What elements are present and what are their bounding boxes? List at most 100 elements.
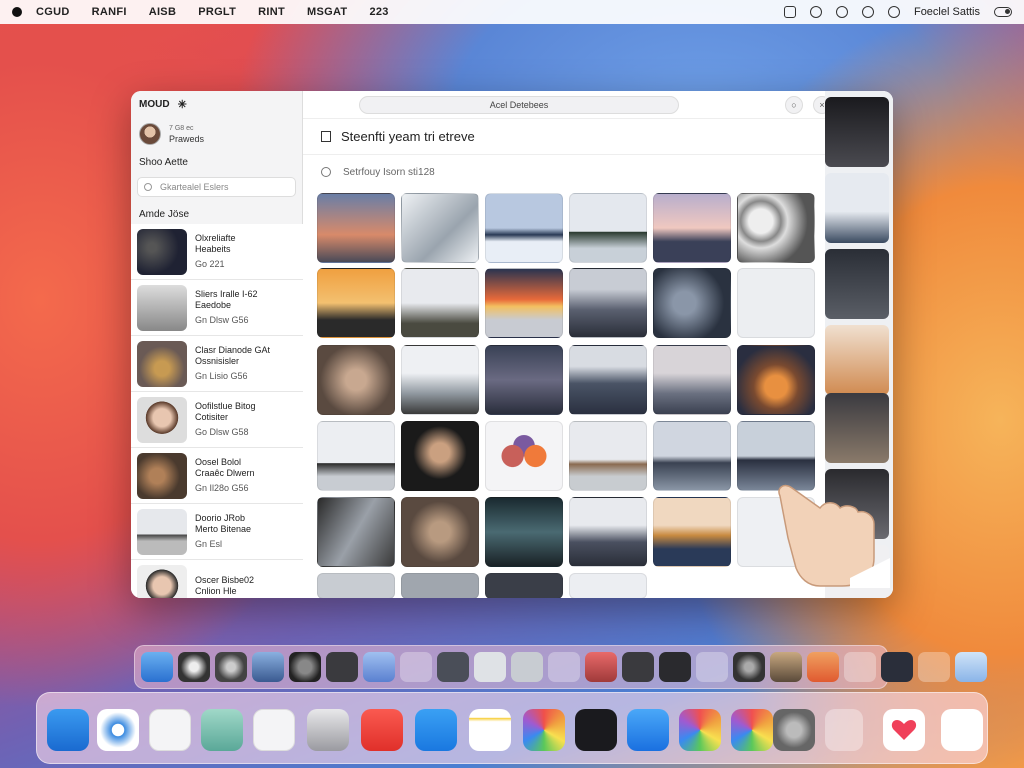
photo-tile[interactable]	[569, 497, 647, 567]
photo-tile[interactable]	[401, 268, 479, 338]
bookmark-icon[interactable]	[321, 131, 331, 142]
photo-tile[interactable]	[737, 345, 815, 415]
notes-app-icon[interactable]	[469, 709, 511, 751]
app-store-icon[interactable]	[363, 652, 395, 682]
photo-tile[interactable]	[653, 268, 731, 338]
address-bar[interactable]: Acel Detebees	[359, 95, 679, 114]
list-item[interactable]: Clasr Dianode GAt Ossnisisler Gn Lisio G56	[131, 336, 303, 392]
photo-tile[interactable]	[569, 421, 647, 491]
photos-app-icon[interactable]	[523, 709, 565, 751]
photo-tile[interactable]	[569, 345, 647, 415]
camera-app-icon[interactable]	[178, 652, 210, 682]
photos-app-icon[interactable]	[679, 709, 721, 751]
menu-item-7[interactable]: 223	[369, 6, 388, 18]
settings-app-icon[interactable]	[773, 709, 815, 751]
preview-tile[interactable]	[825, 249, 889, 319]
photos-app-icon[interactable]	[731, 709, 773, 751]
menu-item-4[interactable]: PRGLT	[198, 6, 236, 18]
home-status-icon[interactable]	[783, 6, 796, 18]
list-item[interactable]: Oosel Bolol Craaêc Dlwern Gn Il28o G56	[131, 448, 303, 504]
menu-item-3[interactable]: AISB	[149, 6, 176, 18]
menu-item-2[interactable]: RANFI	[92, 6, 127, 18]
settings-status-icon[interactable]	[861, 6, 874, 18]
document-app-icon[interactable]	[941, 709, 983, 751]
photo-tile[interactable]	[401, 345, 479, 415]
photo-tile[interactable]	[317, 268, 395, 338]
voice-memos-icon[interactable]	[575, 709, 617, 751]
list-item[interactable]: Oofilstlue Bitog Cotisiter Go Dlsw G58	[131, 392, 303, 448]
apple-menu-icon[interactable]	[12, 7, 22, 17]
photo-tile[interactable]	[737, 268, 815, 338]
list-item[interactable]: Doorio JRob Merto Bitenae Gn Esl	[131, 504, 303, 560]
photo-tile[interactable]	[401, 497, 479, 567]
menu-item-5[interactable]: RINT	[258, 6, 285, 18]
photo-tile[interactable]	[401, 421, 479, 491]
clock-app-icon[interactable]	[474, 652, 506, 682]
photo-tile[interactable]	[401, 193, 479, 263]
camera-app-icon[interactable]	[201, 709, 243, 751]
weather-app-icon[interactable]	[955, 652, 987, 682]
sidebar-search-field[interactable]: Gkartealel Eslers	[137, 177, 296, 197]
control-status-icon[interactable]	[835, 6, 848, 18]
calendar-app-icon[interactable]	[585, 652, 617, 682]
menu-item-1[interactable]: CGUD	[36, 6, 70, 18]
photo-tile[interactable]	[569, 573, 647, 598]
list-item[interactable]: Oscer Bisbe02 Cnlion Hle	[131, 560, 303, 598]
mail-app-icon[interactable]	[47, 709, 89, 751]
preview-tile[interactable]	[825, 173, 889, 243]
photo-tile[interactable]	[317, 193, 395, 263]
game-app-icon[interactable]	[326, 652, 358, 682]
settings-app-icon[interactable]	[881, 652, 913, 682]
gamepad-app-icon[interactable]	[659, 652, 691, 682]
toggle-icon[interactable]	[994, 7, 1012, 17]
user-status-icon[interactable]	[887, 6, 900, 18]
user-profile[interactable]: 7 G8 ec Praweds	[131, 117, 302, 151]
envelope-app-icon[interactable]	[415, 709, 457, 751]
photo-tile[interactable]	[485, 497, 563, 567]
photo-tile[interactable]	[653, 345, 731, 415]
menu-item-6[interactable]: MSGAT	[307, 6, 347, 18]
photo-tile[interactable]	[317, 497, 395, 567]
list-item[interactable]: Sliers Iralle I-62 Eaedobe Gn Dlsw G56	[131, 280, 303, 336]
search-icon[interactable]: ○	[785, 95, 803, 114]
mail-app-icon[interactable]	[141, 652, 173, 682]
photo-tile[interactable]	[485, 421, 563, 491]
safe-app-icon[interactable]	[307, 709, 349, 751]
compass-app-icon[interactable]	[97, 709, 139, 751]
globe-status-icon[interactable]	[809, 6, 822, 18]
link-app-icon[interactable]	[511, 652, 543, 682]
calendar-app-icon[interactable]	[149, 709, 191, 751]
photo-tile[interactable]	[569, 193, 647, 263]
photo-tile[interactable]	[653, 421, 731, 491]
app-store-icon[interactable]	[627, 709, 669, 751]
status-text[interactable]: Foeclel Sattis	[914, 6, 980, 18]
timer-app-icon[interactable]	[733, 652, 765, 682]
content-search-field[interactable]: Setrfouy Isorn sti128	[303, 155, 893, 189]
photo-tile[interactable]	[485, 345, 563, 415]
list-item[interactable]: Olxreliafte Heabeits Go 221	[131, 224, 303, 280]
grid-app-icon[interactable]	[437, 652, 469, 682]
add-icon[interactable]: ✳	[178, 98, 187, 111]
photo-tile[interactable]	[485, 573, 563, 598]
photo-tile[interactable]	[569, 268, 647, 338]
controller-app-icon[interactable]	[622, 652, 654, 682]
health-app-icon[interactable]	[883, 709, 925, 751]
photo-tile[interactable]	[485, 193, 563, 263]
preview-tile[interactable]	[825, 97, 889, 167]
photo-tile[interactable]	[401, 573, 479, 598]
photo-tile[interactable]	[737, 193, 815, 263]
preview-tile[interactable]	[825, 393, 889, 463]
preview-tile[interactable]	[825, 325, 889, 395]
music-app-icon[interactable]	[361, 709, 403, 751]
script-app-icon[interactable]	[253, 709, 295, 751]
music-app-icon[interactable]	[252, 652, 284, 682]
photo-tile[interactable]	[653, 497, 731, 567]
photo-tile[interactable]	[317, 345, 395, 415]
book-app-icon[interactable]	[770, 652, 802, 682]
arrow-app-icon[interactable]	[807, 652, 839, 682]
photo-tile[interactable]	[653, 193, 731, 263]
photo-tile[interactable]	[485, 268, 563, 338]
photo-app-icon[interactable]	[215, 652, 247, 682]
camera-app-icon[interactable]	[289, 652, 321, 682]
photo-tile[interactable]	[317, 421, 395, 491]
